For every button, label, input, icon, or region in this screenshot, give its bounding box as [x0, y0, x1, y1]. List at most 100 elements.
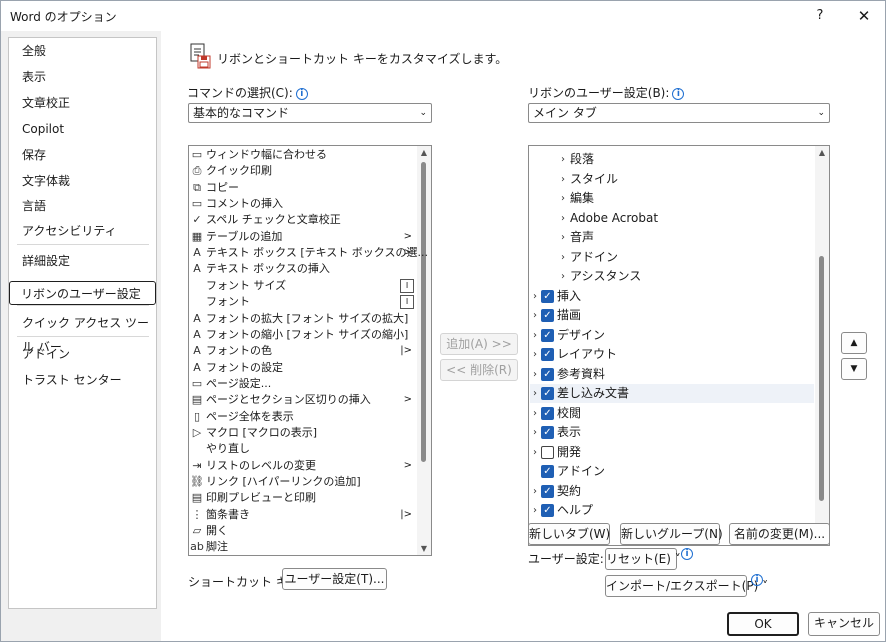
ribbon-tree-item[interactable]: › 段落	[530, 150, 814, 169]
new-group-button[interactable]: 新しいグループ(N)	[620, 523, 723, 545]
command-item[interactable]: ▱ 開く	[190, 523, 414, 539]
nav-item-4[interactable]: 保存	[10, 143, 156, 167]
shortcut-customize-button[interactable]: ユーザー設定(T)...	[282, 568, 387, 590]
command-item[interactable]: ✓ スペル チェックと文章校正	[190, 212, 414, 228]
info-icon[interactable]: i	[295, 88, 308, 100]
ribbon-tree-item[interactable]: › ✓ 表示	[530, 423, 814, 442]
info-icon[interactable]: i	[672, 88, 685, 100]
ribbon-tree-item[interactable]: › ✓ デザイン	[530, 326, 814, 345]
scroll-up-icon[interactable]: ▲	[419, 148, 429, 157]
ribbon-tree-item[interactable]: › アシスタンス	[530, 267, 814, 286]
nav-item-10[interactable]: クイック アクセス ツール バー	[10, 311, 156, 354]
remove-button[interactable]: << 削除(R)	[440, 359, 518, 381]
tab-checkbox[interactable]: ✓	[541, 406, 554, 420]
help-button[interactable]: ?	[806, 3, 834, 29]
add-button[interactable]: 追加(A) >>	[440, 333, 518, 355]
expand-chevron-icon[interactable]: ›	[561, 189, 565, 208]
ribbon-tree-item[interactable]: › 音声	[530, 228, 814, 247]
ribbon-tree-item[interactable]: › ✓ ヘルプ	[530, 501, 814, 520]
move-down-button[interactable]: ▼	[841, 358, 867, 380]
command-list-scrollbar[interactable]: ▲ ▼	[417, 146, 431, 555]
command-list[interactable]: ▲ ▼ ▭ ウィンドウ幅に合わせる ⎙ クイック印刷 ⧉ コピー ▭ コメントの挿入 ✓ スペル …	[188, 145, 432, 556]
expand-chevron-icon[interactable]: ›	[533, 384, 537, 403]
tab-checkbox[interactable]: ✓	[541, 465, 554, 478]
import-export-button[interactable]: インポート/エクスポート(P) ˅	[605, 575, 768, 597]
tab-checkbox[interactable]: ✓	[541, 328, 554, 342]
ribbon-tree-item[interactable]: › ✓ 描画	[530, 306, 814, 325]
ribbon-tree-item[interactable]: › ✓ レイアウト	[530, 345, 814, 364]
ribbon-tree-item[interactable]: › Adobe Acrobat	[530, 209, 814, 228]
tab-checkbox[interactable]: ✓	[541, 348, 554, 361]
command-item[interactable]: ⛓ リンク [ハイパーリンクの追加]	[190, 474, 414, 490]
expand-chevron-icon[interactable]: ›	[561, 170, 565, 189]
scroll-down-icon[interactable]: ▼	[419, 544, 429, 553]
expand-chevron-icon[interactable]: ›	[533, 482, 537, 501]
command-item[interactable]: A フォントの設定	[190, 360, 414, 376]
expand-chevron-icon[interactable]: ›	[533, 326, 537, 345]
nav-item-0[interactable]: 全般	[10, 39, 156, 63]
command-item[interactable]: A フォントの縮小 [フォント サイズの縮小]	[190, 327, 414, 343]
command-item[interactable]: ▦ テーブルの追加 >	[190, 229, 414, 245]
expand-chevron-icon[interactable]: ›	[533, 345, 537, 364]
expand-chevron-icon[interactable]: ›	[561, 267, 565, 286]
nav-item-6[interactable]: 言語	[10, 194, 156, 218]
info-icon[interactable]: i	[751, 574, 763, 586]
expand-chevron-icon[interactable]: ›	[533, 423, 537, 442]
command-item[interactable]: フォント I	[190, 294, 414, 310]
expand-chevron-icon[interactable]: ›	[533, 404, 537, 423]
scroll-up-icon[interactable]: ▲	[817, 148, 827, 157]
command-item[interactable]: ⋮ 箇条書き |>	[190, 507, 414, 523]
command-source-combo[interactable]: 基本的なコマンド ⌄	[188, 103, 432, 123]
tab-checkbox[interactable]: ✓	[541, 367, 554, 381]
tab-checkbox[interactable]	[541, 445, 554, 459]
cancel-button[interactable]: キャンセル	[808, 612, 880, 636]
tab-checkbox[interactable]: ✓	[541, 504, 554, 517]
ribbon-tree-item[interactable]: › ✓ 校閲	[530, 404, 814, 423]
expand-chevron-icon[interactable]: ›	[561, 248, 565, 267]
nav-item-2[interactable]: 文章校正	[10, 91, 156, 115]
command-item[interactable]: ▭ ページ設定...	[190, 376, 414, 392]
expand-chevron-icon[interactable]: ›	[533, 443, 537, 462]
reset-button[interactable]: リセット(E) ˅	[605, 548, 681, 570]
tab-checkbox[interactable]: ✓	[541, 289, 554, 303]
scroll-thumb[interactable]	[819, 256, 824, 501]
command-item[interactable]: フォント サイズ I	[190, 278, 414, 294]
new-tab-button[interactable]: 新しいタブ(W)	[528, 523, 610, 545]
ribbon-tree-item[interactable]: › ✓ 契約	[530, 482, 814, 501]
ribbon-tree-item[interactable]: › ✓ 差し込み文書	[530, 384, 814, 403]
ribbon-tree-item[interactable]: ✓ アドイン	[530, 462, 814, 481]
command-item[interactable]: ⧉ コピー	[190, 180, 414, 196]
expand-chevron-icon[interactable]: ›	[533, 287, 537, 306]
nav-item-9[interactable]: リボンのユーザー設定	[9, 281, 156, 305]
tab-checkbox[interactable]: ✓	[541, 484, 554, 498]
ribbon-tree-scrollbar[interactable]: ▲ ▼	[815, 146, 829, 545]
nav-item-12[interactable]: トラスト センター	[10, 368, 156, 392]
nav-item-1[interactable]: 表示	[10, 65, 156, 89]
move-up-button[interactable]: ▲	[841, 332, 867, 354]
expand-chevron-icon[interactable]: ›	[561, 228, 565, 247]
tab-checkbox[interactable]: ✓	[541, 309, 554, 322]
expand-chevron-icon[interactable]: ›	[533, 501, 537, 520]
ribbon-tree-item[interactable]: › スタイル	[530, 170, 814, 189]
ribbon-tabs-combo[interactable]: メイン タブ ⌄	[528, 103, 830, 123]
command-item[interactable]: A テキスト ボックスの挿入	[190, 261, 414, 277]
nav-item-7[interactable]: アクセシビリティ	[10, 219, 156, 243]
ribbon-tree-item[interactable]: › アドイン	[530, 248, 814, 267]
command-item[interactable]: A テキスト ボックス [テキスト ボックスの選... >	[190, 245, 428, 261]
rename-button[interactable]: 名前の変更(M)...	[729, 523, 830, 545]
scroll-thumb[interactable]	[421, 162, 426, 462]
command-item[interactable]: ⎙ クイック印刷	[190, 163, 414, 179]
nav-item-3[interactable]: Copilot	[10, 117, 156, 141]
tab-checkbox[interactable]: ✓	[541, 426, 554, 439]
command-item[interactable]: ▤ ページとセクション区切りの挿入 >	[190, 392, 414, 408]
close-button[interactable]: ✕	[846, 3, 882, 29]
ribbon-tree-item[interactable]: › 開発	[530, 443, 814, 462]
command-item[interactable]: ab 脚注	[190, 539, 414, 555]
nav-item-11[interactable]: アドイン	[10, 342, 156, 366]
command-item[interactable]: ▭ コメントの挿入	[190, 196, 414, 212]
ribbon-tree-item[interactable]: › ✓ 挿入	[530, 287, 814, 306]
nav-item-5[interactable]: 文字体裁	[10, 169, 156, 193]
expand-chevron-icon[interactable]: ›	[561, 209, 565, 228]
ribbon-tree[interactable]: ›✓Acrobat›✓ヘルプ›✓契約✓アドイン›開発›✓表示›✓校閲›✓差し込み…	[528, 145, 830, 546]
command-item[interactable]: ▯ ページ全体を表示	[190, 409, 414, 425]
